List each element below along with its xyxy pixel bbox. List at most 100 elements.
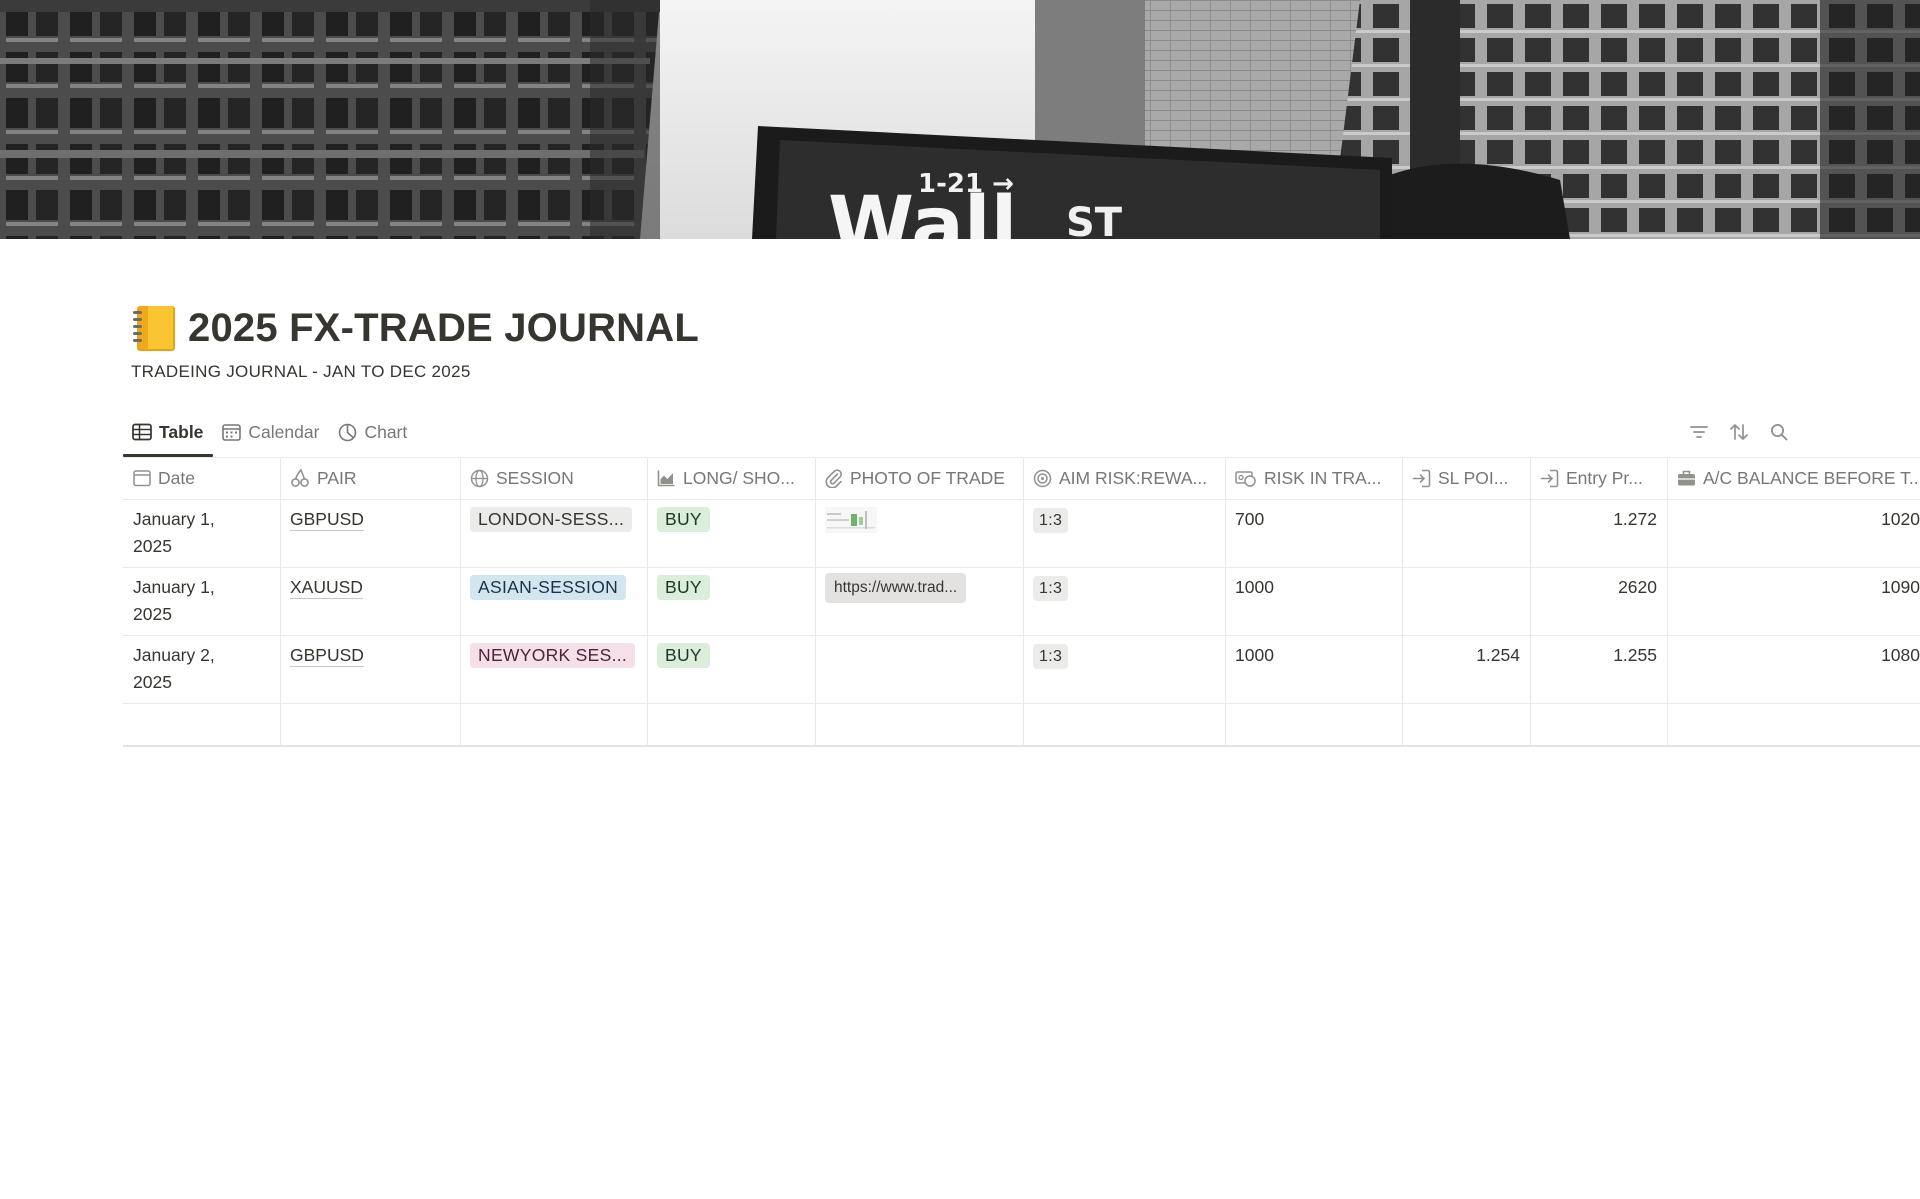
area-chart-icon: [657, 470, 675, 487]
column-header-photo[interactable]: PHOTO OF TRADE: [815, 457, 1023, 499]
balance-cell: 1020: [1881, 509, 1920, 529]
column-header-label: RISK IN TRA...: [1264, 467, 1382, 488]
trade-screenshot-thumbnail[interactable]: [825, 507, 877, 533]
tab-chart[interactable]: Chart: [329, 416, 417, 448]
photo-cell: [815, 499, 1023, 567]
date-line: 2025: [133, 536, 172, 556]
date-cell: January 1, 2025: [123, 499, 280, 567]
tab-label: Calendar: [248, 421, 320, 442]
page-subtitle: TRADEING JOURNAL - JAN TO DEC 2025: [131, 362, 471, 381]
entry-cell: 1.272: [1613, 509, 1657, 529]
pair-cell: XAUUSD: [280, 567, 460, 635]
tab-label: Table: [159, 421, 204, 442]
column-header-session[interactable]: SESSION: [460, 457, 647, 499]
pair-link[interactable]: XAUUSD: [290, 576, 363, 599]
session-tag: ASIAN-SESSION: [470, 575, 627, 600]
column-header-label: A/C BALANCE BEFORE T...: [1703, 467, 1920, 488]
column-header-label: SESSION: [496, 467, 574, 488]
entry-cell: 2620: [1618, 577, 1657, 597]
page-title-row: 2025 FX-TRADE JOURNAL: [128, 300, 699, 356]
aim-rr-tag: 1:3: [1033, 576, 1069, 601]
session-cell: NEWYORK SES...: [460, 635, 647, 703]
briefcase-icon: [1678, 470, 1695, 486]
photo-cell: https://www.trad...: [815, 567, 1023, 635]
sort-button[interactable]: [1728, 421, 1750, 443]
date-cell: January 2, 2025: [123, 635, 280, 703]
date-line: January 2,: [133, 645, 215, 665]
direction-tag: BUY: [657, 643, 710, 668]
date-line: January 1,: [133, 509, 215, 529]
column-header-label: AIM RISK:REWA...: [1059, 467, 1208, 488]
sort-icon: [1730, 424, 1748, 440]
svg-text:Wall: Wall: [828, 181, 1017, 239]
column-header-sl[interactable]: SL POI...: [1402, 457, 1530, 499]
view-toolbar: [1688, 418, 1790, 446]
risk-cell: 1000: [1235, 645, 1274, 665]
calendar-icon: [133, 470, 151, 487]
tab-table[interactable]: Table: [123, 416, 214, 457]
column-header-date[interactable]: Date: [123, 457, 280, 499]
column-header-risk[interactable]: RISK IN TRA...: [1225, 457, 1402, 499]
pair-link[interactable]: GBPUSD: [290, 644, 364, 667]
table-icon: [132, 423, 152, 441]
column-header-entry[interactable]: Entry Pr...: [1530, 457, 1667, 499]
photo-link-chip[interactable]: https://www.trad...: [825, 573, 967, 603]
column-header-label: Date: [158, 467, 195, 488]
sl-cell: [1402, 499, 1530, 567]
date-line: 2025: [133, 672, 172, 692]
filter-icon: [1690, 426, 1708, 438]
aim-rr-tag: 1:3: [1033, 508, 1069, 533]
sign-in-icon: [1412, 469, 1431, 487]
sign-in-icon: [1540, 469, 1559, 487]
cover-image: 1-21 → Wall ST: [0, 0, 1920, 239]
target-icon: [1033, 469, 1052, 487]
session-cell: ASIAN-SESSION: [460, 567, 647, 635]
aim-rr-tag: 1:3: [1033, 644, 1069, 669]
column-header-balance[interactable]: A/C BALANCE BEFORE T...: [1667, 457, 1920, 499]
pie-chart-icon: [339, 423, 357, 441]
column-header-label: LONG/ SHO...: [683, 467, 795, 488]
aim-rr-cell: 1:3: [1023, 567, 1225, 635]
column-header-aim-rr[interactable]: AIM RISK:REWA...: [1023, 457, 1225, 499]
column-header-direction[interactable]: LONG/ SHO...: [647, 457, 815, 499]
aim-rr-cell: 1:3: [1023, 635, 1225, 703]
page-title: 2025 FX-TRADE JOURNAL: [188, 305, 699, 350]
date-cell: January 1, 2025: [123, 567, 280, 635]
entry-cell: 1.255: [1613, 645, 1657, 665]
direction-tag: BUY: [657, 507, 710, 532]
balance-cell: 1080: [1881, 645, 1920, 665]
cherries-icon: [291, 468, 309, 487]
risk-cell: 1000: [1235, 577, 1274, 597]
filter-button[interactable]: [1688, 421, 1710, 443]
sl-cell: 1.254: [1476, 645, 1520, 665]
money-icon: [1235, 471, 1256, 487]
svg-text:ST: ST: [1066, 200, 1123, 239]
date-line: 2025: [133, 604, 172, 624]
pair-cell: GBPUSD: [280, 635, 460, 703]
photo-cell: [815, 635, 1023, 703]
table-border: [123, 745, 1920, 747]
column-header-label: PAIR: [317, 467, 357, 488]
risk-cell: 700: [1235, 509, 1265, 529]
direction-tag: BUY: [657, 575, 710, 600]
session-cell: LONDON-SESS...: [460, 499, 647, 567]
globe-icon: [470, 469, 489, 487]
pair-cell: GBPUSD: [280, 499, 460, 567]
session-tag: LONDON-SESS...: [470, 507, 633, 532]
pair-link[interactable]: GBPUSD: [290, 508, 364, 531]
direction-cell: BUY: [647, 499, 815, 567]
date-line: January 1,: [133, 577, 215, 597]
search-icon: [1771, 424, 1788, 441]
column-header-pair[interactable]: PAIR: [280, 457, 460, 499]
tab-label: Chart: [364, 421, 408, 442]
search-button[interactable]: [1768, 421, 1790, 443]
column-header-label: PHOTO OF TRADE: [850, 467, 1005, 488]
paperclip-icon: [825, 469, 842, 488]
sl-cell: [1402, 567, 1530, 635]
column-header-label: Entry Pr...: [1566, 467, 1643, 488]
balance-cell: 1090: [1881, 577, 1920, 597]
tab-calendar[interactable]: Calendar: [213, 416, 329, 448]
column-header-label: SL POI...: [1438, 467, 1509, 488]
calendar-icon: [222, 424, 242, 441]
new-row[interactable]: [123, 703, 1920, 745]
